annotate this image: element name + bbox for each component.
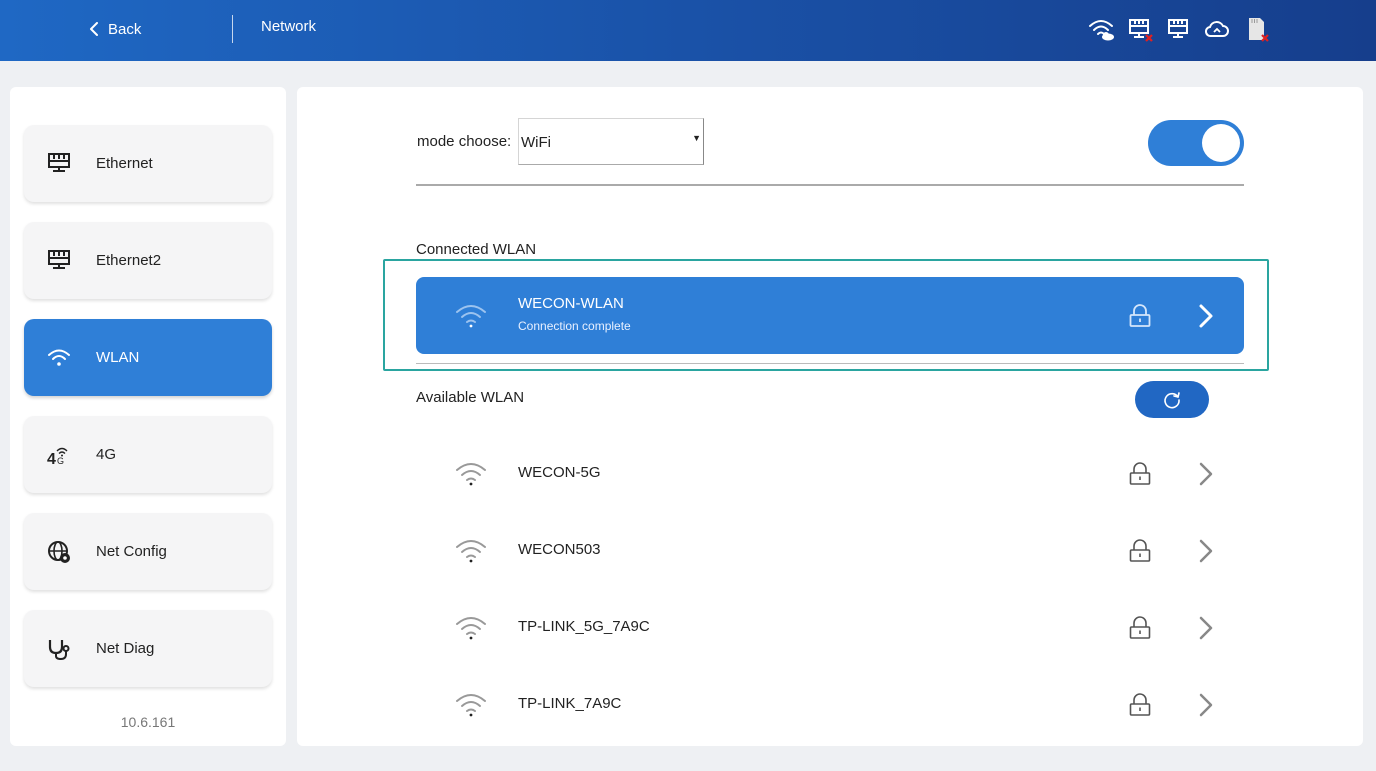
lock-icon (1129, 539, 1151, 562)
wifi-icon (456, 617, 486, 640)
cloud-icon (1202, 14, 1232, 44)
back-button[interactable]: Back (88, 17, 141, 41)
wifi-icon (44, 343, 74, 373)
lock-icon (1129, 693, 1151, 716)
wifi-icon (456, 305, 486, 328)
globe-gear-icon (44, 537, 74, 567)
mode-select-value: WiFi (521, 134, 551, 151)
back-label: Back (108, 20, 142, 38)
available-wlan-heading: Available WLAN (416, 389, 525, 406)
sidebar-item-ethernet[interactable]: Ethernet (24, 125, 272, 202)
mode-label: mode choose: (417, 133, 512, 150)
chevron-right-icon[interactable] (1196, 459, 1216, 489)
top-bar: Back Network (0, 0, 1376, 61)
available-wlan-row[interactable]: WECON-5G (416, 435, 1244, 512)
sidebar-item-net-config[interactable]: Net Config (24, 513, 272, 590)
ethernet-icon (44, 246, 74, 276)
available-wlan-row[interactable]: WECON503 (416, 512, 1244, 589)
wlan-ssid: TP-LINK_7A9C (518, 695, 622, 712)
wlan-ssid: WECON-5G (518, 464, 601, 481)
sidebar-item-ethernet2[interactable]: Ethernet2 (24, 222, 272, 299)
svg-text:G: G (57, 456, 64, 466)
ethernet-icon (1163, 14, 1193, 44)
wlan-toggle[interactable] (1148, 120, 1244, 166)
sidebar-item-label: Ethernet (96, 155, 153, 172)
toggle-knob (1202, 124, 1240, 162)
sidebar-item-label: 4G (96, 446, 117, 463)
sidebar-item-net-diag[interactable]: Net Diag (24, 610, 272, 687)
sidebar-item-label: Ethernet2 (96, 252, 162, 269)
header-divider (232, 15, 233, 43)
page-title: Network (261, 18, 317, 35)
chevron-right-icon[interactable] (1196, 613, 1216, 643)
main-panel: mode choose: WiFi ▼ Connected WLAN WECON… (297, 87, 1363, 746)
wlan-ssid: WECON-WLAN (518, 295, 624, 312)
stethoscope-icon (44, 634, 74, 664)
sidebar-item-label: Net Diag (96, 640, 155, 657)
wifi-cloud-icon (1086, 14, 1116, 44)
caret-down-icon: ▼ (692, 133, 701, 143)
chevron-right-icon[interactable] (1196, 301, 1216, 331)
connected-wlan-row[interactable]: WECON-WLAN Connection complete (416, 277, 1244, 354)
sidebar-item-label: Net Config (96, 543, 167, 560)
ethernet-icon (44, 149, 74, 179)
wifi-icon (456, 540, 486, 563)
ethernet-error-icon (1125, 14, 1155, 44)
svg-text:4: 4 (47, 451, 56, 468)
chevron-left-icon (90, 22, 98, 36)
refresh-icon (1164, 391, 1180, 408)
connection-status: Connection complete (518, 319, 631, 333)
lock-icon (1129, 462, 1151, 485)
available-wlan-row[interactable]: TP-LINK_5G_7A9C (416, 589, 1244, 666)
chevron-right-icon[interactable] (1196, 690, 1216, 720)
version-label: 10.6.161 (120, 714, 176, 730)
sd-card-error-icon (1241, 14, 1271, 44)
sidebar-item-wlan[interactable]: WLAN (24, 319, 272, 396)
lock-icon (1129, 616, 1151, 639)
refresh-button[interactable] (1135, 381, 1209, 418)
wlan-ssid: TP-LINK_5G_7A9C (518, 618, 650, 635)
available-wlan-row[interactable]: TP-LINK_7A9C (416, 666, 1244, 743)
mode-select[interactable]: WiFi ▼ (518, 118, 704, 165)
wifi-icon (456, 694, 486, 717)
wlan-ssid: WECON503 (518, 541, 601, 558)
cellular-4g-icon: 4G (44, 440, 74, 470)
divider (416, 363, 1244, 364)
sidebar-item-label: WLAN (96, 349, 140, 366)
sidebar: Ethernet Ethernet2 WLAN 4G 4G Net Config… (10, 87, 286, 746)
connected-wlan-heading: Connected WLAN (416, 241, 537, 258)
wifi-icon (456, 463, 486, 486)
divider (416, 184, 1244, 186)
sidebar-item-4g[interactable]: 4G 4G (24, 416, 272, 493)
chevron-right-icon[interactable] (1196, 536, 1216, 566)
lock-icon (1129, 304, 1151, 327)
